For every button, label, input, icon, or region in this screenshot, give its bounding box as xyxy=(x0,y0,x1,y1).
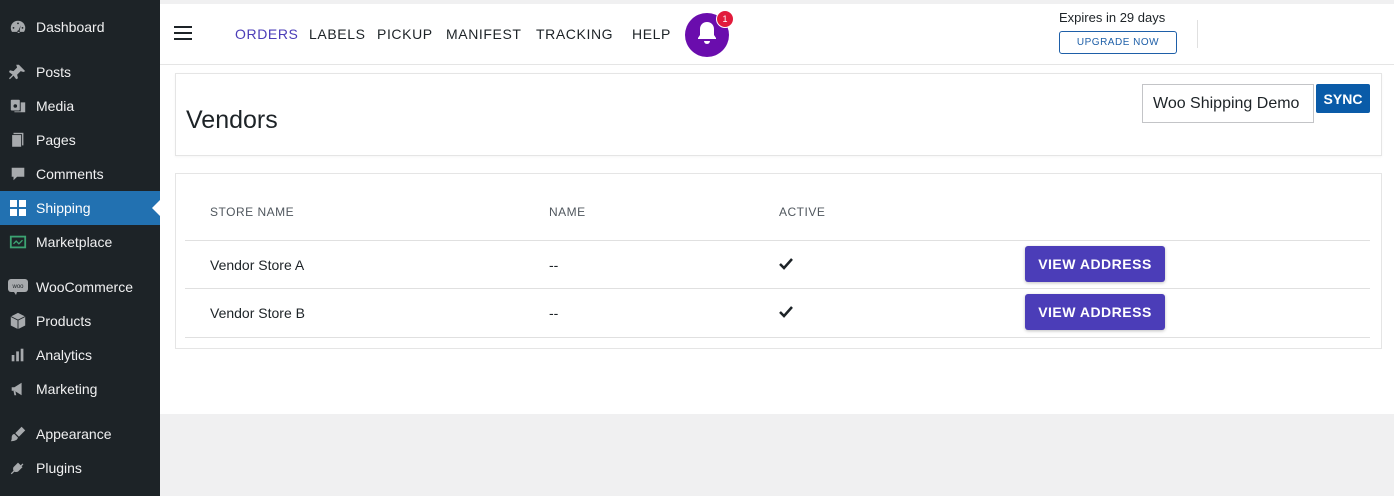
sidebar-item-label: Products xyxy=(36,313,92,329)
sidebar-item-label: Marketing xyxy=(36,381,98,397)
name-cell: -- xyxy=(549,257,559,273)
sidebar-item-pages[interactable]: Pages xyxy=(0,123,160,157)
table-row: Vendor Store B -- VIEW ADDRESS xyxy=(185,288,1370,338)
store-select[interactable]: Woo Shipping Demo xyxy=(1142,84,1314,123)
media-icon xyxy=(8,96,28,116)
sidebar-item-products[interactable]: Products xyxy=(0,304,160,338)
sidebar-item-label: Shipping xyxy=(36,200,91,216)
pin-icon xyxy=(8,62,28,82)
column-header-active: ACTIVE xyxy=(779,205,826,219)
bell-icon xyxy=(695,20,719,51)
box-icon xyxy=(8,311,28,331)
sidebar-item-shipping[interactable]: Shipping xyxy=(0,191,160,225)
bar-chart-icon xyxy=(8,345,28,365)
nav-pickup[interactable]: PICKUP xyxy=(377,26,433,42)
nav-tracking[interactable]: TRACKING xyxy=(536,26,613,42)
trial-expiry-text: Expires in 29 days xyxy=(1059,10,1166,25)
grid-icon xyxy=(8,198,28,218)
comment-icon xyxy=(8,164,28,184)
sidebar-item-label: Analytics xyxy=(36,347,93,363)
sidebar-item-label: Posts xyxy=(36,64,72,80)
sidebar-item-label: WooCommerce xyxy=(36,279,133,295)
view-address-button[interactable]: VIEW ADDRESS xyxy=(1025,294,1165,330)
main-content: ORDERS LABELS PICKUP MANIFEST TRACKING H… xyxy=(160,0,1394,414)
checkmark-icon xyxy=(779,305,793,323)
sidebar-item-dashboard[interactable]: Dashboard xyxy=(0,10,160,44)
upgrade-now-button[interactable]: UPGRADE NOW xyxy=(1059,31,1177,54)
sidebar-item-plugins[interactable]: Plugins xyxy=(0,451,160,485)
sidebar-item-posts[interactable]: Posts xyxy=(0,55,160,89)
hamburger-menu-icon[interactable] xyxy=(174,26,192,40)
sidebar-item-label: Pages xyxy=(36,132,76,148)
store-name-cell: Vendor Store A xyxy=(210,257,305,273)
nav-labels[interactable]: LABELS xyxy=(309,26,366,42)
sidebar-item-label: Plugins xyxy=(36,460,82,476)
sidebar-item-media[interactable]: Media xyxy=(0,89,160,123)
sidebar-item-label: Media xyxy=(36,98,75,114)
column-header-name: NAME xyxy=(549,205,586,219)
plug-icon xyxy=(8,458,28,478)
woo-icon: woo xyxy=(8,277,28,297)
column-header-store-name: STORE NAME xyxy=(210,205,295,219)
sidebar-item-marketing[interactable]: Marketing xyxy=(0,372,160,406)
vendors-table-card: STORE NAME NAME ACTIVE Vendor Store A --… xyxy=(175,173,1382,349)
admin-sidebar: Dashboard Posts Media Pages Comments Shi… xyxy=(0,0,160,496)
sidebar-item-appearance[interactable]: Appearance xyxy=(0,417,160,451)
pages-icon xyxy=(8,130,28,150)
divider xyxy=(1197,20,1198,48)
sidebar-item-woocommerce[interactable]: woo WooCommerce xyxy=(0,270,160,304)
sidebar-item-analytics[interactable]: Analytics xyxy=(0,338,160,372)
sidebar-item-marketplace[interactable]: Marketplace xyxy=(0,225,160,259)
sidebar-item-label: Appearance xyxy=(36,426,112,442)
megaphone-icon xyxy=(8,379,28,399)
vendors-header-card: Vendors Woo Shipping Demo SYNC xyxy=(175,73,1382,156)
brush-icon xyxy=(8,424,28,444)
notification-badge: 1 xyxy=(716,10,734,28)
nav-manifest[interactable]: MANIFEST xyxy=(446,26,522,42)
page-title: Vendors xyxy=(186,106,278,134)
name-cell: -- xyxy=(549,305,559,321)
nav-help[interactable]: HELP xyxy=(632,26,671,42)
marketplace-icon xyxy=(8,232,28,252)
sidebar-item-label: Dashboard xyxy=(36,19,105,35)
table-row: Vendor Store A -- VIEW ADDRESS xyxy=(185,240,1370,289)
sidebar-item-label: Marketplace xyxy=(36,234,113,250)
checkmark-icon xyxy=(779,257,793,275)
store-name-cell: Vendor Store B xyxy=(210,305,305,321)
view-address-button[interactable]: VIEW ADDRESS xyxy=(1025,246,1165,282)
plugin-topbar: ORDERS LABELS PICKUP MANIFEST TRACKING H… xyxy=(160,4,1394,65)
dashboard-icon xyxy=(8,17,28,37)
sidebar-item-comments[interactable]: Comments xyxy=(0,157,160,191)
nav-orders[interactable]: ORDERS xyxy=(235,26,299,42)
svg-text:woo: woo xyxy=(11,284,24,290)
sync-button[interactable]: SYNC xyxy=(1316,84,1370,113)
sidebar-item-label: Comments xyxy=(36,166,104,182)
